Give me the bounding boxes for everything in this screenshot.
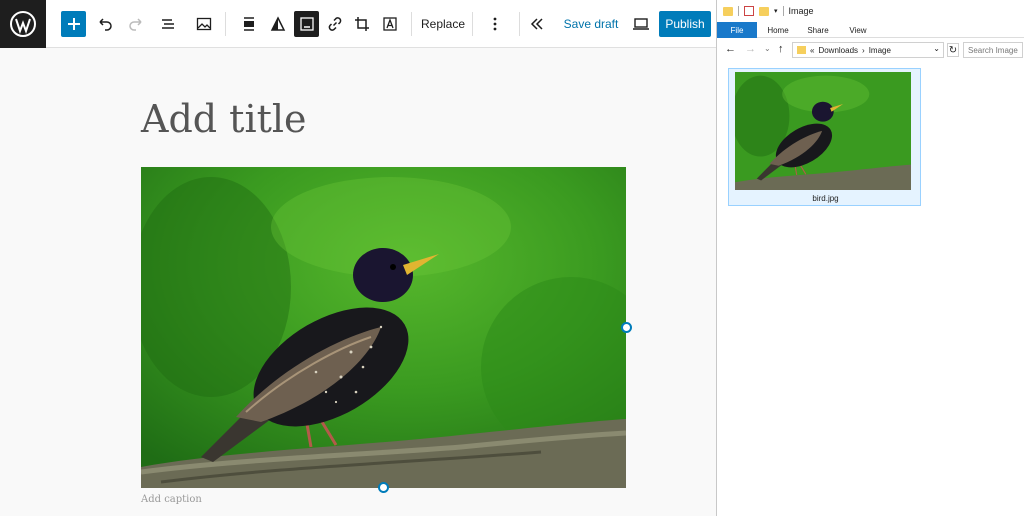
plus-icon [67, 18, 80, 30]
address-box[interactable]: « Downloads › Image ⌄ [792, 42, 944, 58]
undo-button[interactable] [93, 11, 117, 37]
explorer-title-bar: ▾ Image [717, 0, 1024, 22]
breadcrumb-image[interactable]: Image [869, 46, 891, 55]
text-overlay-icon [383, 17, 397, 31]
bird-photo[interactable] [141, 167, 626, 488]
folder-icon [797, 46, 806, 54]
publish-button[interactable]: Publish [659, 11, 711, 37]
resize-handle-right[interactable] [621, 322, 632, 333]
redo-icon [129, 18, 142, 31]
preview-button[interactable] [629, 11, 653, 37]
ribbon-tabs: File Home Share View [717, 22, 1024, 38]
text-overlay-button[interactable] [378, 11, 402, 37]
folder-icon [723, 6, 733, 16]
tab-share[interactable]: Share [801, 22, 835, 38]
duotone-icon [270, 16, 286, 31]
caption-button[interactable] [294, 11, 319, 37]
post-title-input[interactable]: Add title [141, 97, 307, 141]
wordpress-icon [10, 11, 36, 37]
image-icon [196, 17, 212, 31]
caption-icon [299, 17, 314, 31]
recent-locations-chevron-icon[interactable]: ⌄ [764, 44, 771, 53]
address-bar-row: ← → ⌄ ↑ « Downloads › Image ⌄ ↻ Search I… [717, 40, 1024, 60]
back-arrow-icon[interactable]: ← [725, 43, 736, 55]
document-overview-button[interactable] [156, 11, 180, 37]
list-view-icon [162, 19, 174, 29]
title-bar-divider [782, 6, 784, 16]
toolbar-divider [225, 12, 226, 36]
more-vertical-icon [493, 17, 497, 31]
more-options-button[interactable] [484, 11, 506, 37]
link-button[interactable] [323, 11, 347, 37]
bird-image [141, 167, 626, 488]
file-thumbnail [735, 72, 911, 190]
toolbar-divider [472, 12, 473, 36]
quick-access-dropdown-icon[interactable]: ▾ [774, 7, 778, 15]
file-explorer-window: ▾ Image File Home Share View ← → ⌄ ↑ « D… [716, 0, 1024, 516]
link-icon [328, 17, 342, 31]
laptop-icon [633, 18, 649, 30]
align-center-icon [244, 17, 254, 31]
caption-input[interactable]: Add caption [141, 494, 202, 505]
duotone-button[interactable] [266, 11, 290, 37]
collapse-toolbar-button[interactable] [526, 11, 548, 37]
address-dropdown-icon[interactable]: ⌄ [933, 44, 940, 53]
resize-handle-bottom[interactable] [378, 482, 389, 493]
toolbar-divider [411, 12, 412, 36]
file-item[interactable]: bird.jpg [728, 68, 921, 206]
breadcrumb-overflow-icon: « [810, 45, 815, 55]
toolbar-divider [519, 12, 520, 36]
chevron-double-left-icon [530, 18, 543, 30]
tab-home[interactable]: Home [761, 22, 795, 38]
bird-thumbnail-image [735, 72, 911, 190]
tab-file[interactable]: File [717, 22, 757, 38]
crop-button[interactable] [350, 11, 374, 37]
breadcrumb-separator-icon: › [862, 45, 865, 55]
refresh-icon[interactable]: ↻ [947, 43, 959, 57]
redo-button[interactable] [124, 11, 148, 37]
wordpress-logo[interactable] [0, 0, 46, 48]
breadcrumb-downloads[interactable]: Downloads [818, 46, 858, 55]
tab-view[interactable]: View [841, 22, 875, 38]
crop-icon [355, 17, 369, 31]
image-block-button[interactable] [192, 11, 216, 37]
undo-icon [99, 18, 112, 31]
up-arrow-icon[interactable]: ↑ [778, 43, 784, 55]
new-folder-icon[interactable] [759, 6, 769, 16]
search-input[interactable]: Search Image [963, 42, 1023, 58]
properties-check-icon[interactable] [744, 6, 754, 16]
title-bar-divider [738, 6, 739, 16]
window-title: Image [788, 6, 814, 16]
replace-button[interactable]: Replace [421, 11, 465, 37]
editor-canvas: Add title Add caption [0, 48, 716, 516]
forward-arrow-icon[interactable]: → [745, 43, 756, 55]
editor-toolbar: Replace Save draft Publish [0, 0, 716, 48]
align-button[interactable] [237, 11, 261, 37]
add-block-button[interactable] [61, 11, 86, 37]
file-name-label: bird.jpg [812, 194, 839, 203]
save-draft-button[interactable]: Save draft [562, 11, 620, 37]
